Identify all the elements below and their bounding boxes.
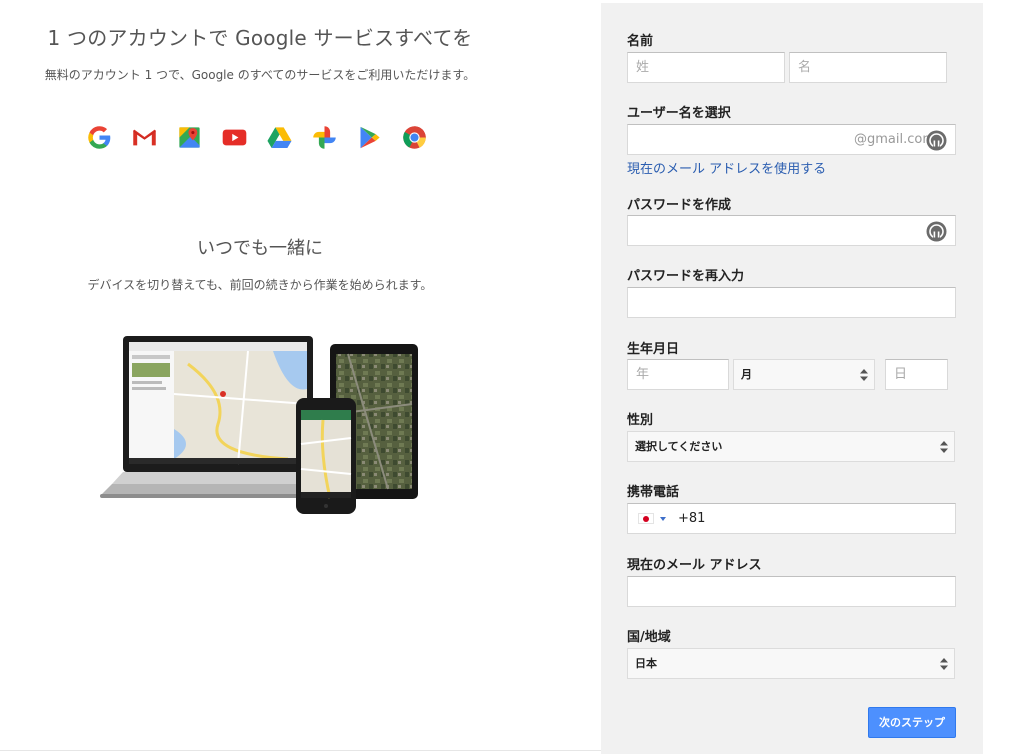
- birth-year-placeholder: 年: [636, 367, 650, 382]
- last-name-input[interactable]: 姓: [627, 52, 785, 83]
- select-arrows-icon: [940, 441, 948, 453]
- gender-select[interactable]: 選択してください: [627, 431, 955, 462]
- password-label: パスワードを作成: [627, 198, 732, 213]
- signup-form-panel: 名前 姓 名 ユーザー名を選択 @gmail.com 現在のメール アドレスを使…: [601, 3, 983, 754]
- birthday-label: 生年月日: [627, 342, 680, 357]
- promo-column: 1 つのアカウントで Google サービスすべてを 無料のアカウント 1 つで…: [0, 0, 600, 754]
- use-current-email-link[interactable]: 現在のメール アドレスを使用する: [627, 158, 826, 177]
- username-label: ユーザー名を選択: [627, 106, 731, 121]
- gender-label: 性別: [627, 413, 654, 428]
- promo-subline: 無料のアカウント 1 つで、Google のすべてのサービスをご利用いただけます…: [44, 68, 476, 82]
- youtube-icon: [222, 129, 247, 146]
- phone-input[interactable]: +81: [627, 503, 956, 534]
- gender-value: 選択してください: [635, 440, 723, 453]
- play-icon: [360, 126, 380, 149]
- phone-value: +81: [678, 511, 706, 526]
- username-input[interactable]: @gmail.com: [627, 124, 956, 155]
- country-value: 日本: [635, 657, 657, 670]
- country-code-dropdown-icon[interactable]: [660, 517, 666, 521]
- password-input[interactable]: [627, 215, 956, 246]
- sync-tagline: いつでも一緒に: [197, 238, 323, 259]
- birth-year-input[interactable]: 年: [627, 359, 729, 390]
- promo-headline: 1 つのアカウントで Google サービスすべてを: [47, 26, 473, 50]
- photos-icon: [313, 126, 336, 149]
- last-name-placeholder: 姓: [636, 60, 650, 75]
- sync-tagline-sub: デバイスを切り替えても、前回の続きから作業を始められます。: [87, 278, 433, 292]
- birth-day-input[interactable]: 日: [885, 359, 948, 390]
- confirm-password-input[interactable]: [627, 287, 956, 318]
- first-name-placeholder: 名: [798, 60, 812, 75]
- page-margin: [983, 0, 1024, 754]
- birth-month-select[interactable]: 月: [733, 359, 875, 390]
- devices-illustration: [100, 336, 418, 514]
- phone-label: 携帯電話: [627, 485, 680, 500]
- product-logos: [86, 124, 428, 151]
- confirm-password-label: パスワードを再入力: [627, 269, 745, 284]
- birth-month-value: 月: [741, 368, 752, 381]
- first-name-input[interactable]: 名: [789, 52, 947, 83]
- drive-icon: [267, 127, 292, 148]
- country-select[interactable]: 日本: [627, 648, 955, 679]
- password-manager-icon[interactable]: [926, 130, 947, 151]
- select-arrows-icon: [860, 369, 868, 381]
- chrome-icon: [403, 126, 426, 149]
- japan-flag-icon[interactable]: [638, 513, 654, 524]
- current-email-label: 現在のメール アドレス: [627, 558, 762, 573]
- gmail-suffix: @gmail.com: [853, 132, 935, 147]
- country-label: 国/地域: [627, 630, 671, 645]
- select-arrows-icon: [940, 658, 948, 670]
- bottom-divider: [0, 750, 601, 751]
- password-manager-icon[interactable]: [926, 221, 947, 242]
- name-label: 名前: [627, 34, 654, 49]
- gmail-icon: [133, 129, 156, 146]
- google-g-icon: [88, 126, 111, 149]
- next-step-button[interactable]: 次のステップ: [868, 707, 956, 738]
- maps-icon: [179, 127, 200, 148]
- birth-day-placeholder: 日: [894, 367, 908, 382]
- current-email-input[interactable]: [627, 576, 956, 607]
